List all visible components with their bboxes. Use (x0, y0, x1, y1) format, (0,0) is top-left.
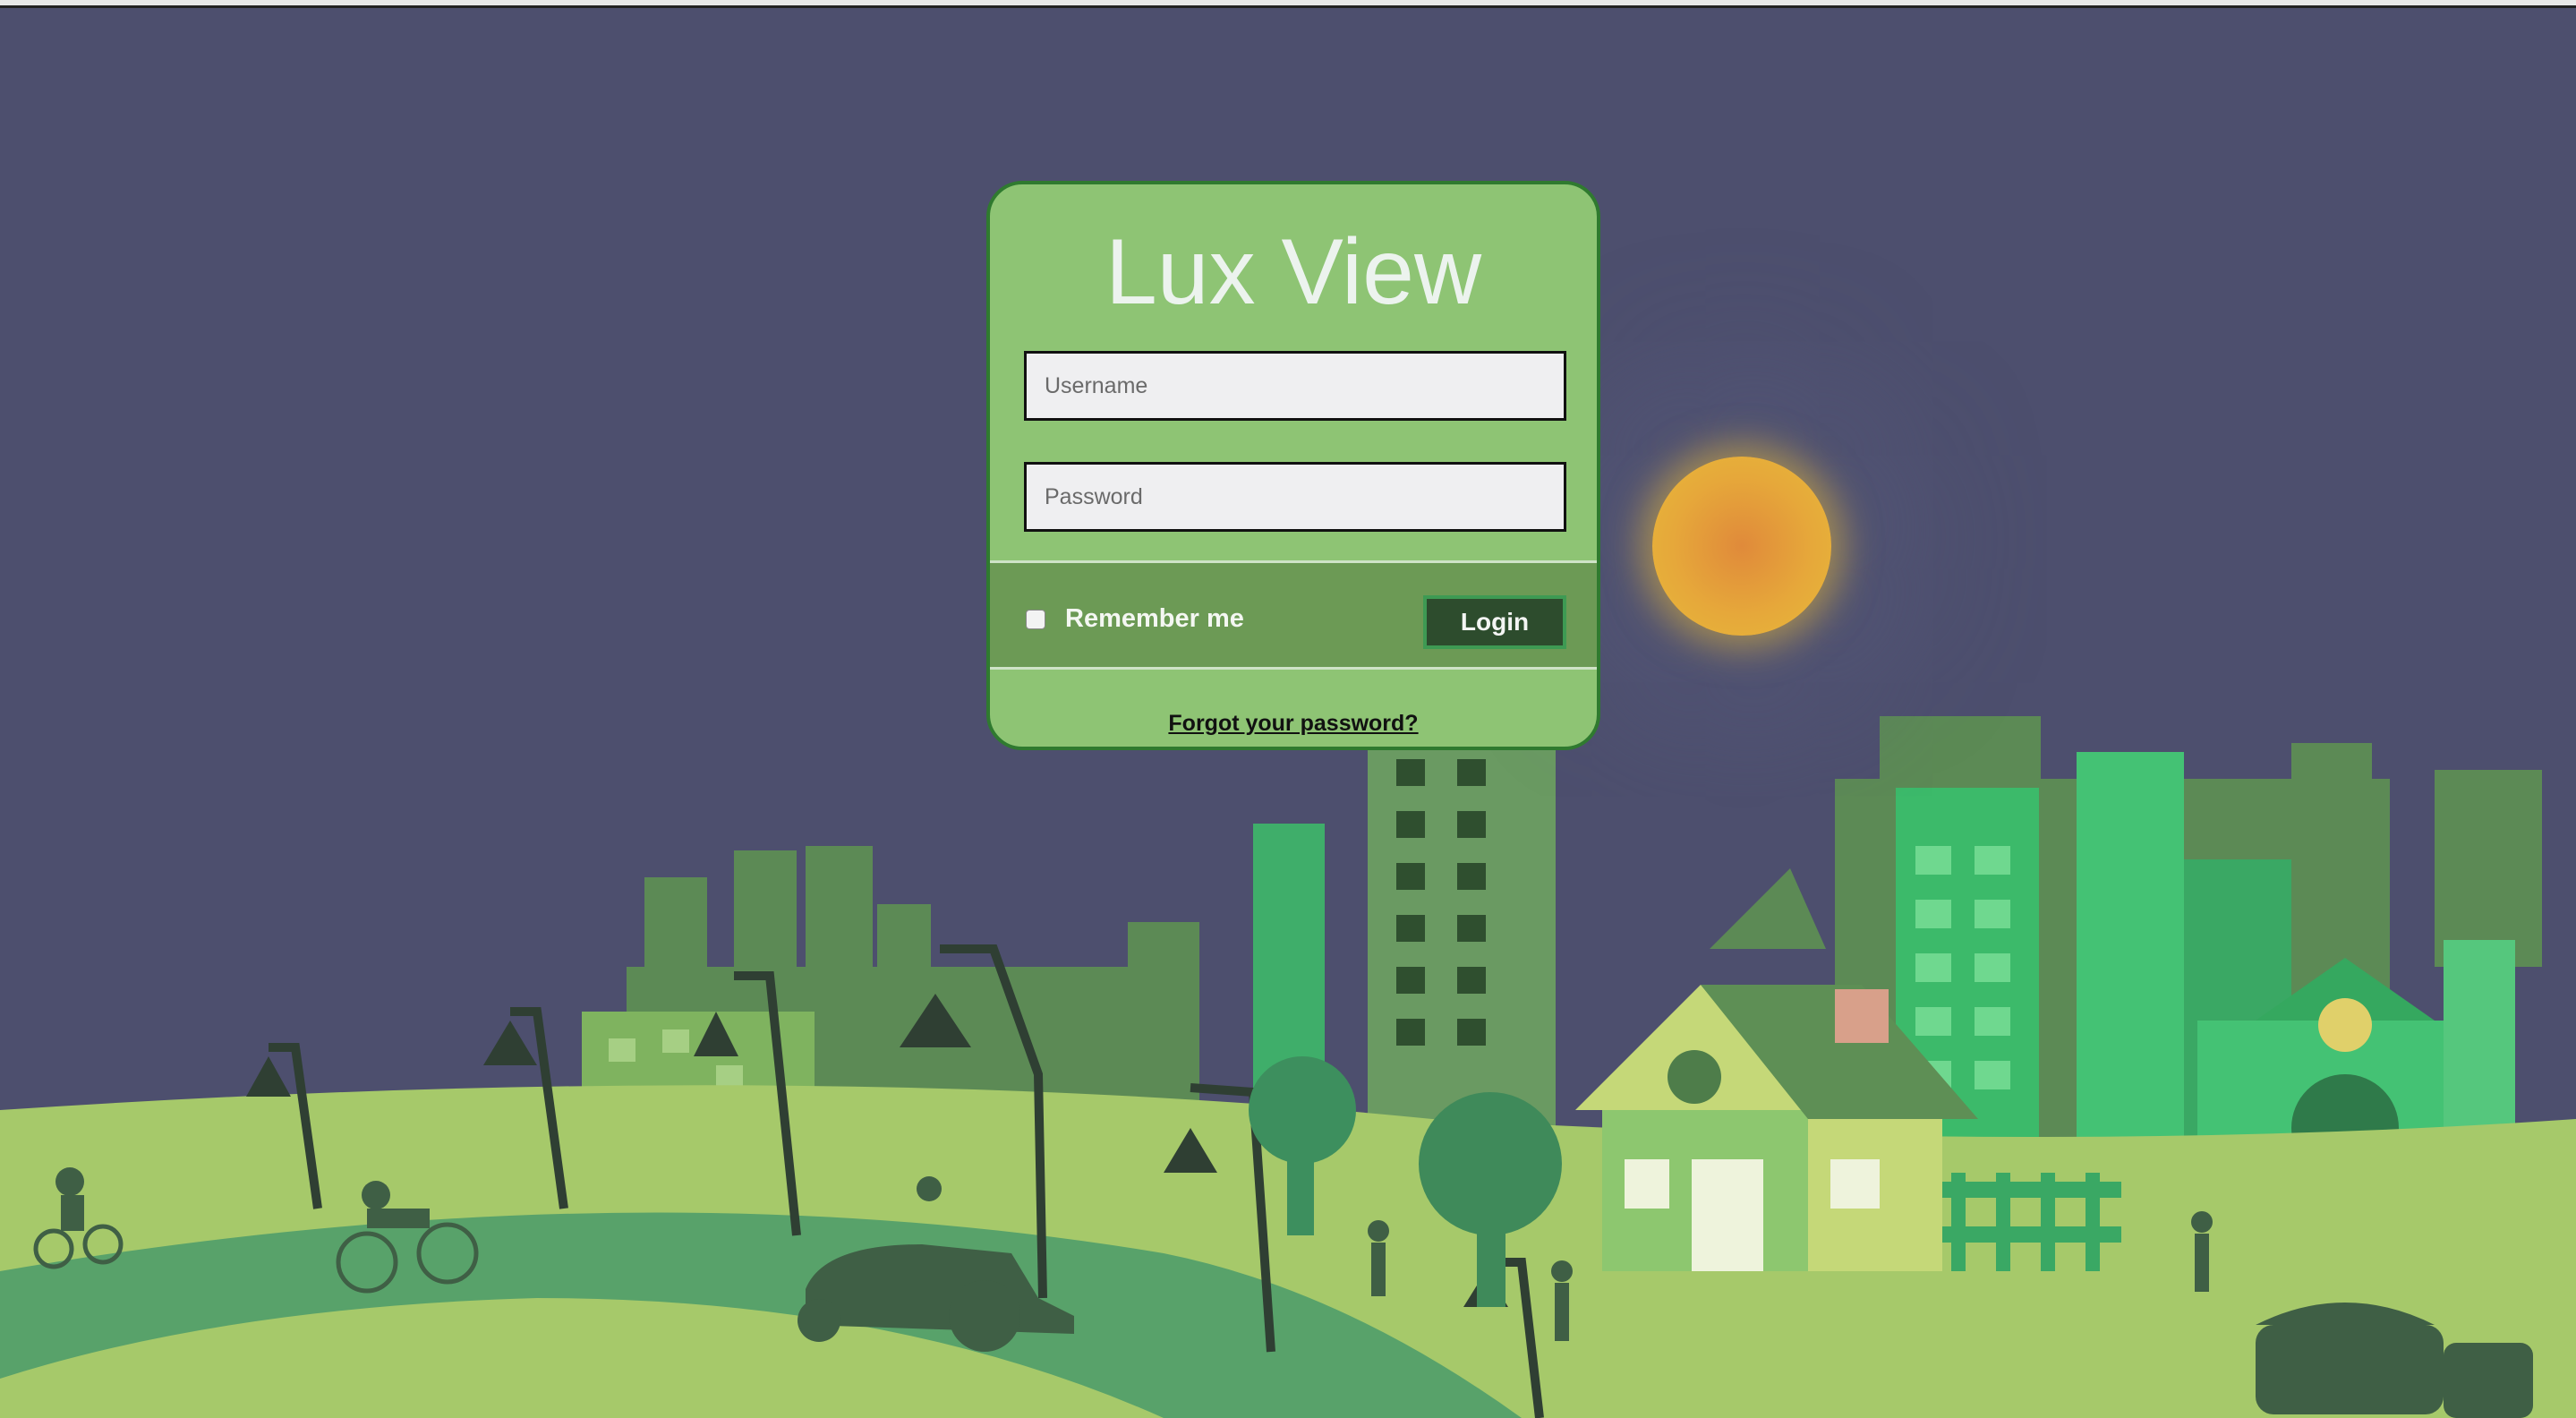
sun-icon (1652, 457, 1831, 636)
remember-me-label[interactable]: Remember me (1065, 604, 1244, 634)
forgot-password-link[interactable]: Forgot your password? (990, 711, 1597, 737)
login-button[interactable]: Login (1423, 595, 1566, 649)
login-form: Lux View Remember me Login Forgot your p… (986, 181, 1600, 750)
password-input[interactable] (1024, 462, 1566, 532)
remember-me-row[interactable]: Remember me (1026, 604, 1244, 634)
remember-me-checkbox[interactable] (1026, 609, 1045, 629)
app-title: Lux View (1105, 220, 1482, 324)
username-input[interactable] (1024, 351, 1566, 421)
login-action-bar: Remember me Login (990, 560, 1597, 670)
